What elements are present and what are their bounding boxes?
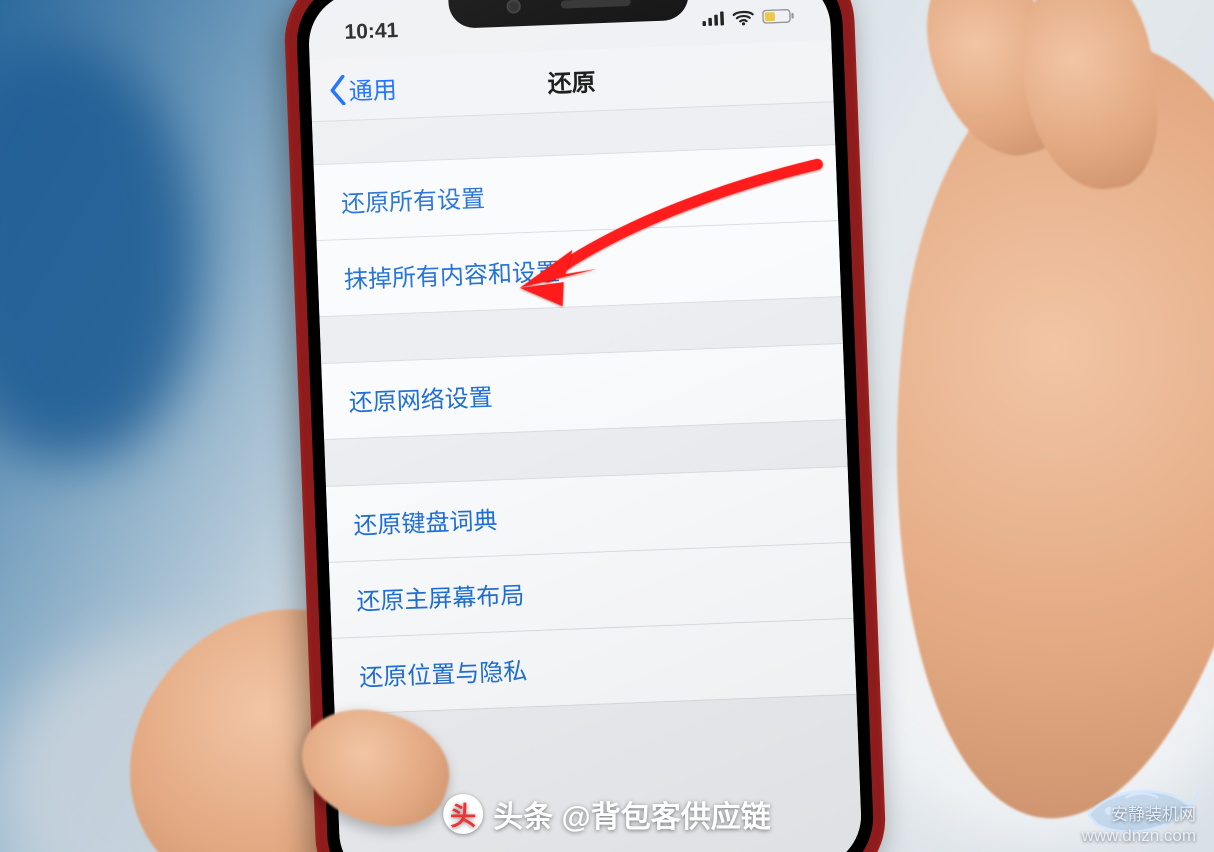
wifi-icon <box>732 9 755 26</box>
status-time: 10:41 <box>344 19 399 45</box>
cell-label: 还原位置与隐私 <box>359 658 528 691</box>
front-camera <box>506 0 521 14</box>
cell-label: 还原键盘词典 <box>353 507 498 540</box>
back-button-label: 通用 <box>348 70 397 107</box>
cell-label: 还原网络设置 <box>348 385 493 418</box>
battery-icon <box>762 9 795 24</box>
cell-label: 还原所有设置 <box>341 186 486 219</box>
settings-group-3: 还原键盘词典 还原主屏幕布局 还原位置与隐私 <box>326 466 856 715</box>
source-watermark: 头 头条 @背包客供应链 <box>443 792 771 836</box>
toutiao-logo-icon: 头 <box>443 794 483 834</box>
cell-label: 抹掉所有内容和设置 <box>344 259 561 294</box>
cellular-signal-icon <box>702 11 725 26</box>
watermark-author: @背包客供应链 <box>562 801 771 834</box>
site-name: 安静装机网 <box>1082 804 1196 825</box>
status-icons <box>702 8 795 28</box>
site-url: www.dnzn.com <box>1082 825 1196 846</box>
chevron-left-icon <box>328 74 347 105</box>
cell-label: 还原主屏幕布局 <box>356 582 525 615</box>
settings-group-1: 还原所有设置 抹掉所有内容和设置 <box>314 144 841 317</box>
page-title: 还原 <box>547 62 596 99</box>
back-button[interactable]: 通用 <box>328 57 398 121</box>
site-watermark-text: 安静装机网 www.dnzn.com <box>1082 804 1196 847</box>
earpiece-speaker <box>560 0 630 9</box>
background-blob <box>0 40 200 460</box>
watermark-prefix: 头条 <box>493 801 553 834</box>
